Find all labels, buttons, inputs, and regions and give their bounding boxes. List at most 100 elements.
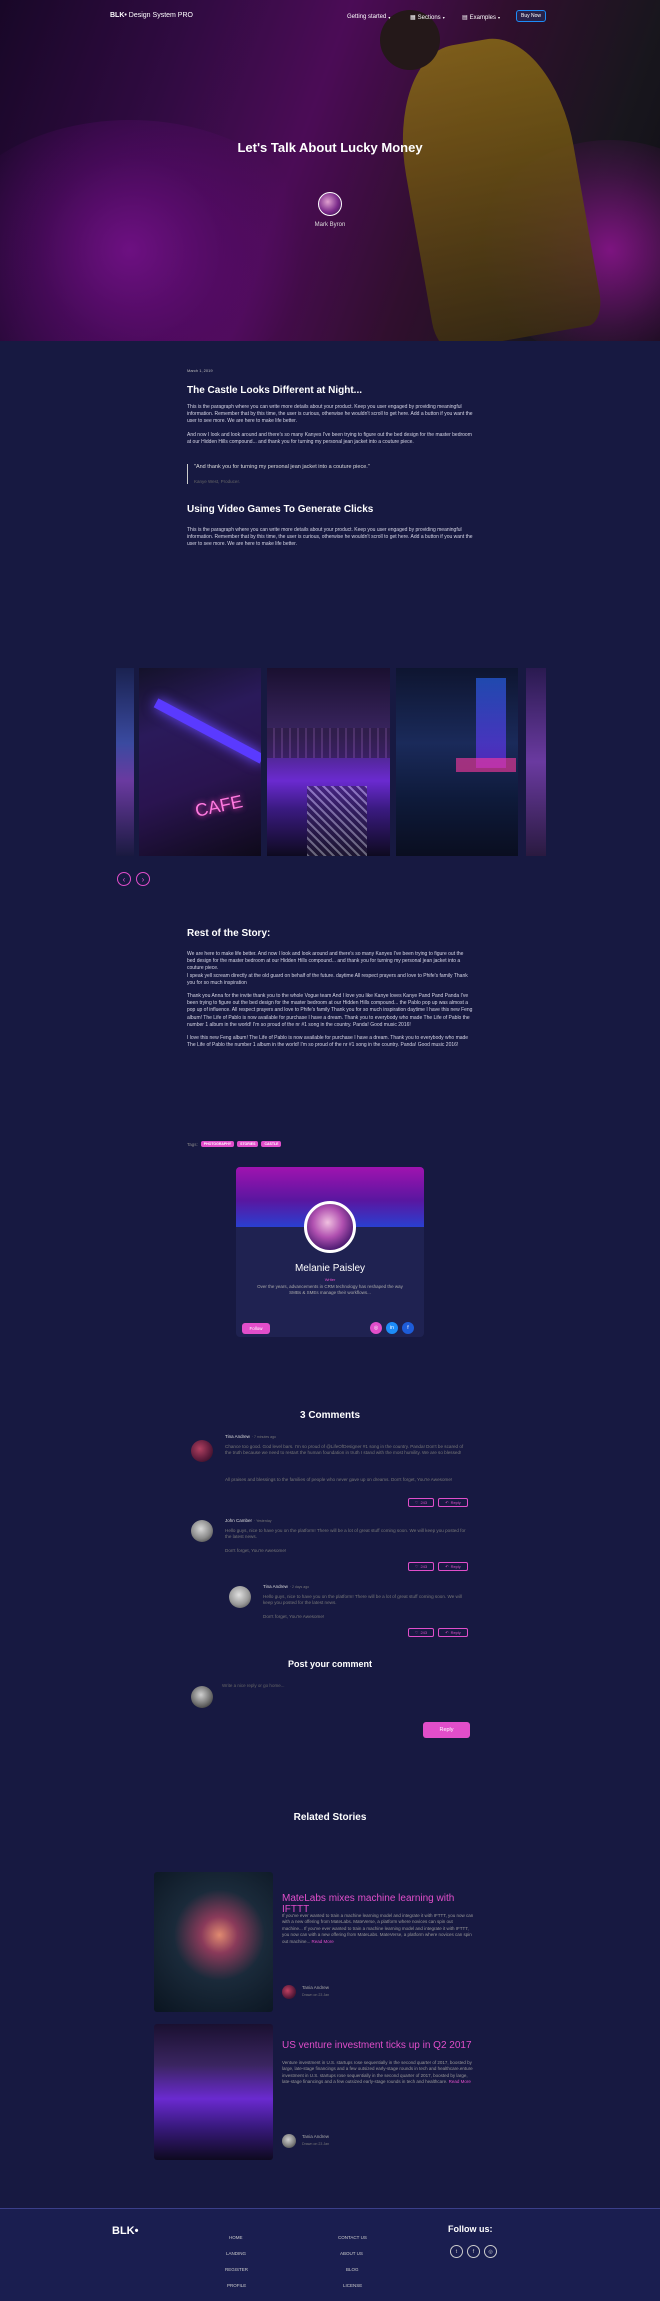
read-more-link[interactable]: Read More (312, 1939, 334, 1944)
footer-link-profile[interactable]: PROFILE (227, 2283, 246, 2288)
related-story-image[interactable] (154, 1872, 273, 2012)
facebook-icon[interactable]: f (402, 1322, 414, 1334)
related-author-avatar (282, 2134, 296, 2148)
comment-text: Don't forget, You're Awesome! (263, 1614, 325, 1619)
tag-badge[interactable]: STORIES (237, 1141, 259, 1147)
footer-link-blog[interactable]: BLOG (346, 2267, 359, 2272)
user-avatar (191, 1686, 213, 1708)
profile-role: Writer (324, 1277, 336, 1282)
facebook-icon[interactable]: f (467, 2245, 480, 2258)
heart-icon: ♡ (414, 1500, 419, 1505)
story-section: Rest of the Story: We are here to make l… (187, 928, 473, 1049)
hero-banner (0, 0, 660, 341)
story-paragraph: I speak yell scream directly at the old … (187, 972, 468, 986)
follow-button[interactable]: Follow (242, 1323, 270, 1334)
buy-now-button[interactable]: Buy Now (516, 10, 546, 22)
related-story-time: Drawn on 23 Jan (302, 2142, 330, 2146)
related-author-name: Tania Andrew (302, 2134, 330, 2139)
navbar: BLK• Design System PRO Getting started ▾ … (0, 0, 660, 34)
file-icon: ▤ (462, 15, 468, 21)
nav-getting-started[interactable]: Getting started ▾ (347, 14, 390, 20)
comment-text: Hello guys, nice to have you on the plat… (263, 1594, 462, 1606)
dribbble-icon[interactable]: ◎ (370, 1322, 382, 1334)
article-date: March 1, 2019 (187, 368, 213, 373)
grid-icon: ▦ (410, 15, 416, 21)
like-button[interactable]: ♡ 243 (408, 1498, 434, 1507)
gallery-image[interactable] (526, 668, 546, 856)
story-paragraph: I love this new Feng album! The Life of … (187, 1035, 469, 1049)
gallery-prev-button[interactable]: ‹ (117, 872, 131, 886)
comment-input[interactable]: Write a nice reply or go home... (222, 1683, 284, 1688)
comment-author: Tina Andrew · 2 days ago (263, 1584, 310, 1589)
article-heading: The Castle Looks Different at Night... (187, 385, 363, 396)
profile-avatar (304, 1201, 356, 1253)
related-story-time: Drawn on 23 Jan (302, 1993, 330, 1997)
dribbble-icon[interactable]: ◎ (484, 2245, 497, 2258)
footer-link-about[interactable]: ABOUT US (340, 2251, 363, 2256)
comment-text: Hello guys, nice to have you on the plat… (225, 1528, 466, 1540)
article-paragraph: And now I look and look around and there… (187, 431, 472, 445)
article-paragraph: This is the paragraph where you can writ… (187, 527, 473, 548)
comment-avatar (229, 1586, 251, 1608)
post-reply-button[interactable]: Reply (423, 1722, 470, 1738)
footer-link-license[interactable]: LICENSE (343, 2283, 362, 2288)
comment-text: Don't forget, You're Awesome! (225, 1548, 287, 1553)
like-button[interactable]: ♡ 243 (408, 1628, 434, 1637)
twitter-icon[interactable]: t (450, 2245, 463, 2258)
related-story-title[interactable]: MateLabs mixes machine learning with IFT… (282, 1893, 482, 1915)
tag-badge[interactable]: CASTLE (261, 1141, 282, 1147)
gallery-image[interactable] (116, 668, 134, 856)
gallery-image[interactable] (396, 668, 518, 856)
footer: BLK• HOME LANDING REGISTER PROFILE CONTA… (0, 2208, 660, 2301)
reply-icon: ↶ (445, 1500, 449, 1505)
chevron-down-icon: ▾ (498, 15, 501, 20)
footer-brand[interactable]: BLK• (112, 2225, 138, 2237)
author-profile-card: Melanie Paisley Writer Over the years, a… (236, 1167, 424, 1337)
hero-author-name: Mark Byron (314, 222, 346, 228)
reply-icon: ↶ (445, 1630, 449, 1635)
footer-link-landing[interactable]: LANDING (226, 2251, 246, 2256)
heart-icon: ♡ (414, 1564, 419, 1569)
comment-author: Tina Andrew · 7 minutes ago (225, 1434, 276, 1439)
nav-examples[interactable]: ▤ Examples ▾ (462, 14, 501, 22)
reply-button[interactable]: ↶ Reply (438, 1628, 468, 1637)
related-author-name: Tania Andrew (302, 1985, 330, 1990)
comments-title: 3 Comments (299, 1410, 360, 1421)
comment-avatar (191, 1520, 213, 1542)
related-author-avatar (282, 1985, 296, 1999)
nav-sections[interactable]: ▦ Sections ▾ (410, 14, 445, 22)
related-story-title[interactable]: US venture investment ticks up in Q2 201… (282, 2040, 482, 2051)
footer-link-home[interactable]: HOME (229, 2235, 243, 2240)
hero-title: Let's Talk About Lucky Money (237, 140, 423, 155)
footer-link-contact[interactable]: CONTACT US (338, 2235, 367, 2240)
tags-label: Tags: (187, 1141, 198, 1147)
profile-description: Over the years, advancements in CRM tech… (257, 1284, 403, 1296)
reply-button[interactable]: ↶ Reply (438, 1562, 468, 1571)
tag-badge[interactable]: PHOTOGRAPHY (200, 1141, 235, 1147)
profile-name: Melanie Paisley (294, 1263, 366, 1274)
footer-link-register[interactable]: REGISTER (225, 2267, 248, 2272)
related-story-text: Venture investment in U.S. startups rose… (282, 2060, 473, 2085)
story-heading: Rest of the Story: (187, 928, 271, 939)
author-avatar (318, 192, 342, 216)
blockquote: "And thank you for turning my personal j… (187, 464, 473, 485)
brand-logo[interactable]: BLK• Design System PRO (110, 12, 193, 19)
cafe-neon-sign: CAFE (193, 791, 245, 821)
quote-author: Kanye West, Producer. (194, 479, 240, 485)
reply-button[interactable]: ↶ Reply (438, 1498, 468, 1507)
linkedin-icon[interactable]: in (386, 1322, 398, 1334)
like-button[interactable]: ♡ 243 (408, 1562, 434, 1571)
reply-icon: ↶ (445, 1564, 449, 1569)
footer-follow-title: Follow us: (448, 2224, 493, 2234)
comment-avatar (191, 1440, 213, 1462)
gallery-next-button[interactable]: › (136, 872, 150, 886)
tags-row: Tags: PHOTOGRAPHY STORIES CASTLE (187, 1141, 282, 1147)
image-gallery[interactable]: CAFE (116, 668, 546, 856)
quote-text: "And thank you for turning my personal j… (194, 464, 370, 471)
article-paragraph: This is the paragraph where you can writ… (187, 404, 473, 425)
chevron-down-icon: ▾ (388, 14, 391, 20)
gallery-image[interactable] (267, 668, 390, 856)
gallery-image[interactable]: CAFE (139, 668, 261, 856)
read-more-link[interactable]: Read More (449, 2079, 471, 2084)
related-story-image[interactable] (154, 2024, 273, 2160)
